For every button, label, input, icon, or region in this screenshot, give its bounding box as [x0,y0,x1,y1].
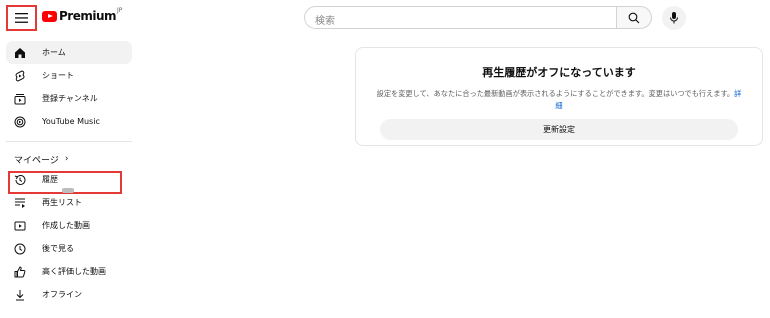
sidebar-item-your-videos[interactable]: 作成した動画 [6,214,132,237]
update-settings-button[interactable]: 更新設定 [380,119,738,140]
search-placeholder: 検索 [315,16,335,27]
search-button[interactable] [616,6,652,29]
chevron-right-icon: › [64,154,69,164]
subscriptions-icon [14,93,26,105]
sidebar-item-liked-videos[interactable]: 高く評価した動画 [6,260,132,283]
sidebar-item-playlists[interactable]: 再生リスト [6,191,132,214]
youtube-logo-icon [42,10,57,22]
your-videos-icon [14,220,26,232]
card-description: 設定を変更して、あなたに合った最新動画が表示されるようにすることができます。変更… [376,88,742,112]
sidebar-item-label: 後で見る [42,244,74,253]
logo-text: Premium [59,9,117,23]
watch-later-icon [14,243,26,255]
shorts-icon [14,69,26,82]
sidebar-item-youtube-music[interactable]: YouTube Music [6,110,132,133]
logo-region: JP [117,7,123,14]
sidebar-item-label: YouTube Music [42,117,100,126]
youtube-premium-logo[interactable]: Premium JP [42,7,123,23]
section-title: マイページ [14,155,59,166]
card-title: 再生履歴がオフになっています [482,66,636,79]
sidebar-divider [6,141,132,142]
youtube-music-icon [14,116,26,128]
sidebar-item-subscriptions[interactable]: 登録チャンネル [6,87,132,110]
sidebar-item-label: 作成した動画 [42,221,90,230]
history-off-card: 再生履歴がオフになっています 設定を変更して、あなたに合った最新動画が表示される… [355,47,763,146]
sidebar-item-home[interactable]: ホーム [6,41,132,64]
sidebar-item-label: 再生リスト [42,198,82,207]
search-icon [628,12,640,23]
tooltip [62,188,74,193]
sidebar-item-downloads[interactable]: オフライン [6,283,132,306]
section-my-page[interactable]: マイページ › [6,150,132,168]
sidebar-item-label: 登録チャンネル [42,94,98,103]
card-body-text: 設定を変更して、あなたに合った最新動画が表示されるようにすることができます。変更… [376,89,735,98]
sidebar-item-shorts[interactable]: ショート [6,64,132,87]
sidebar-item-watch-later[interactable]: 後で見る [6,237,132,260]
sidebar-item-label: ホーム [42,48,66,57]
playlists-icon [14,197,26,209]
home-icon [14,47,26,59]
search-input[interactable]: 検索 [304,6,616,29]
sidebar-item-label: オフライン [42,290,82,299]
microphone-icon [670,12,678,24]
voice-search-button[interactable] [662,6,686,30]
hamburger-icon [15,13,28,23]
sidebar-item-label: 高く評価した動画 [42,267,106,276]
sidebar-item-label: ショート [42,71,74,80]
liked-videos-icon [14,265,26,278]
downloads-icon [14,289,26,301]
menu-button[interactable] [6,5,37,31]
